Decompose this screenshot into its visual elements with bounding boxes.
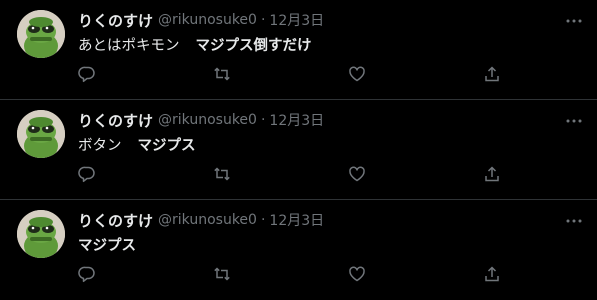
avatar[interactable] (17, 110, 65, 158)
more-icon[interactable] (565, 12, 583, 30)
tweet-text: あとはポキモン マジプス倒すだけ (78, 34, 312, 55)
reply-icon[interactable] (78, 165, 96, 183)
separator: · (260, 12, 266, 28)
tweet-text-plain: ボタン (78, 138, 122, 154)
tweet-text-bold: マジプス倒すだけ (195, 38, 312, 54)
separator: · (260, 112, 266, 128)
tweet[interactable]: りくのすけ @rikunosuke0 · 12月3日 あとはポキモン マジプス倒す… (0, 0, 597, 100)
author-handle[interactable]: @rikunosuke0 (158, 212, 257, 228)
avatar[interactable] (17, 10, 65, 58)
timestamp[interactable]: 12月3日 (269, 10, 324, 30)
share-icon[interactable] (483, 265, 501, 283)
author-name[interactable]: りくのすけ (78, 110, 153, 131)
like-icon[interactable] (348, 265, 366, 283)
tweet-actions (0, 65, 597, 85)
tweet-text-plain: あとはポキモン (78, 38, 180, 54)
tweet-text: ボタン マジプス (78, 134, 196, 155)
tweet[interactable]: りくのすけ @rikunosuke0 · 12月3日 マジプス (0, 200, 597, 300)
more-icon[interactable] (565, 212, 583, 230)
retweet-icon[interactable] (213, 65, 231, 83)
author-name[interactable]: りくのすけ (78, 10, 153, 31)
like-icon[interactable] (348, 65, 366, 83)
tweet-actions (0, 265, 597, 285)
more-icon[interactable] (565, 112, 583, 130)
avatar[interactable] (17, 210, 65, 258)
tweet-actions (0, 165, 597, 185)
author-name[interactable]: りくのすけ (78, 210, 153, 231)
tweet-header: りくのすけ @rikunosuke0 · 12月3日 (78, 10, 324, 30)
reply-icon[interactable] (78, 65, 96, 83)
like-icon[interactable] (348, 165, 366, 183)
tweet-header: りくのすけ @rikunosuke0 · 12月3日 (78, 210, 324, 230)
tweet-feed: りくのすけ @rikunosuke0 · 12月3日 あとはポキモン マジプス倒す… (0, 0, 597, 300)
timestamp[interactable]: 12月3日 (269, 110, 324, 130)
retweet-icon[interactable] (213, 165, 231, 183)
author-handle[interactable]: @rikunosuke0 (158, 112, 257, 128)
separator: · (260, 212, 266, 228)
share-icon[interactable] (483, 65, 501, 83)
tweet-text-bold: マジプス (78, 238, 136, 254)
tweet-text: マジプス (78, 234, 136, 255)
tweet-text-bold: マジプス (137, 138, 196, 154)
tweet-header: りくのすけ @rikunosuke0 · 12月3日 (78, 110, 324, 130)
tweet[interactable]: りくのすけ @rikunosuke0 · 12月3日 ボタン マジプス (0, 100, 597, 200)
author-handle[interactable]: @rikunosuke0 (158, 12, 257, 28)
reply-icon[interactable] (78, 265, 96, 283)
retweet-icon[interactable] (213, 265, 231, 283)
share-icon[interactable] (483, 165, 501, 183)
timestamp[interactable]: 12月3日 (269, 210, 324, 230)
